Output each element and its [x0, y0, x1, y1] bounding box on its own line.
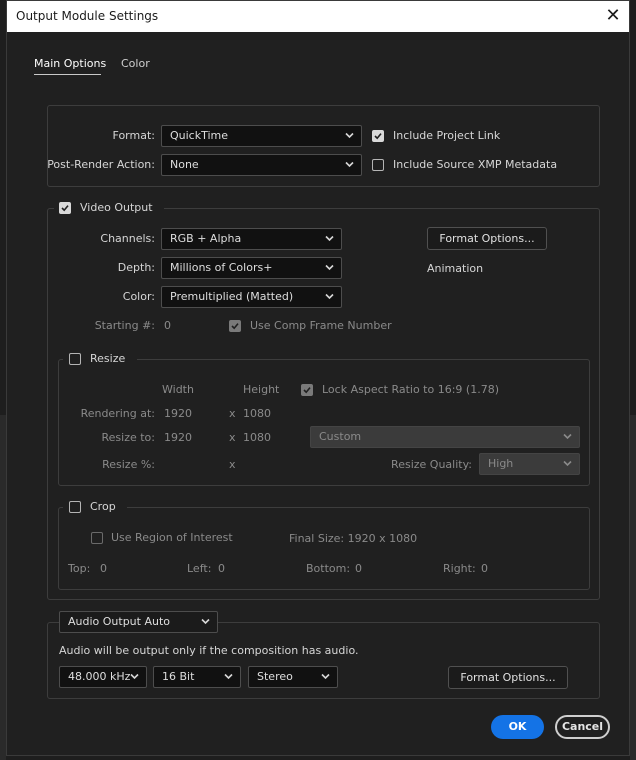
audio-sample-rate-value: 48.000 kHz	[68, 670, 131, 683]
resize-height[interactable]: 1080	[243, 431, 271, 444]
audio-output-mode-select[interactable]: Audio Output Auto	[59, 611, 218, 633]
chevron-down-icon	[345, 161, 354, 168]
active-tab-indicator	[34, 74, 101, 75]
video-output-checkbox[interactable]	[59, 202, 71, 214]
chevron-down-icon	[325, 293, 334, 300]
color-select[interactable]: Premultiplied (Matted)	[161, 286, 342, 308]
tab-main-options[interactable]: Main Options	[34, 57, 106, 70]
include-xmp-label: Include Source XMP Metadata	[393, 158, 558, 171]
resize-preset-value: Custom	[319, 430, 362, 443]
depth-label: Depth:	[117, 261, 155, 274]
close-button[interactable]: ✕	[602, 4, 624, 28]
use-roi-label: Use Region of Interest	[111, 531, 233, 544]
background-app-right	[630, 415, 636, 760]
use-roi-checkbox[interactable]	[91, 532, 103, 544]
audio-sample-rate-select[interactable]: 48.000 kHz	[59, 666, 147, 688]
video-format-options-button[interactable]: Format Options...	[427, 227, 547, 250]
chevron-down-icon	[325, 235, 334, 242]
video-output-title: Video Output	[80, 201, 153, 214]
audio-channels-select[interactable]: Stereo	[248, 666, 338, 688]
chevron-down-icon	[130, 673, 139, 680]
rendering-height: 1080	[243, 407, 271, 420]
lock-aspect-label: Lock Aspect Ratio to 16:9 (1.78)	[322, 383, 499, 396]
resize-percent-label: Resize %:	[102, 458, 155, 471]
title-bar: Output Module Settings ✕	[7, 1, 629, 32]
tab-color[interactable]: Color	[121, 57, 150, 70]
rendering-at-label: Rendering at:	[80, 407, 155, 420]
starting-number-label: Starting #:	[94, 319, 155, 332]
resize-quality-label: Resize Quality:	[391, 458, 472, 471]
format-value: QuickTime	[170, 129, 229, 142]
resize-preset-select[interactable]: Custom	[310, 426, 580, 448]
channels-label: Channels:	[100, 232, 155, 245]
include-project-link-label: Include Project Link	[393, 129, 501, 142]
include-project-link-checkbox[interactable]	[372, 130, 384, 142]
post-render-select[interactable]: None	[161, 154, 362, 176]
output-module-settings-dialog: Output Module Settings ✕ Main Options Co…	[6, 0, 630, 756]
chevron-down-icon	[563, 460, 572, 467]
format-select[interactable]: QuickTime	[161, 125, 362, 147]
cancel-button[interactable]: Cancel	[555, 715, 610, 739]
post-render-value: None	[170, 158, 199, 171]
final-size-label: Final Size: 1920 x 1080	[289, 532, 418, 545]
channels-value: RGB + Alpha	[170, 232, 242, 245]
format-label: Format:	[112, 129, 155, 142]
resize-quality-value: High	[488, 457, 514, 470]
include-xmp-checkbox[interactable]	[372, 159, 384, 171]
lock-aspect-checkbox[interactable]	[301, 384, 313, 396]
resize-width[interactable]: 1920	[164, 431, 192, 444]
resize-to-label: Resize to:	[101, 431, 156, 444]
crop-checkbox[interactable]	[69, 501, 81, 513]
dialog-title: Output Module Settings	[16, 9, 159, 23]
audio-format-options-button[interactable]: Format Options...	[448, 666, 568, 689]
chevron-down-icon	[563, 433, 572, 440]
crop-right-label: Right:	[443, 562, 476, 575]
video-codec-label: Animation	[427, 262, 484, 275]
crop-left-value[interactable]: 0	[218, 562, 225, 575]
close-icon: ✕	[605, 5, 621, 26]
crop-title: Crop	[90, 500, 116, 513]
channels-select[interactable]: RGB + Alpha	[161, 228, 342, 250]
post-render-label: Post-Render Action:	[47, 158, 155, 171]
rendering-width: 1920	[164, 407, 192, 420]
chevron-down-icon	[321, 673, 330, 680]
resize-percent-x: x	[229, 458, 236, 471]
color-value: Premultiplied (Matted)	[170, 290, 294, 303]
audio-channels-value: Stereo	[257, 670, 293, 683]
height-header: Height	[243, 383, 280, 396]
crop-top-label: Top:	[68, 562, 91, 575]
color-label: Color:	[122, 290, 155, 303]
depth-select[interactable]: Millions of Colors+	[161, 257, 342, 279]
resize-x: x	[229, 431, 236, 444]
rendering-x: x	[229, 407, 236, 420]
crop-right-value[interactable]: 0	[481, 562, 488, 575]
audio-bit-depth-value: 16 Bit	[162, 670, 195, 683]
starting-number-value: 0	[164, 319, 171, 332]
ok-button[interactable]: OK	[491, 715, 544, 739]
audio-bit-depth-select[interactable]: 16 Bit	[153, 666, 241, 688]
audio-output-mode-value: Audio Output Auto	[68, 615, 171, 628]
resize-checkbox[interactable]	[69, 353, 81, 365]
crop-left-label: Left:	[187, 562, 212, 575]
crop-bottom-label: Bottom:	[306, 562, 351, 575]
chevron-down-icon	[201, 618, 210, 625]
crop-group	[58, 507, 590, 590]
resize-quality-select[interactable]: High	[479, 453, 580, 475]
crop-top-value[interactable]: 0	[100, 562, 107, 575]
use-comp-frame-checkbox[interactable]	[229, 320, 241, 332]
resize-title: Resize	[90, 352, 126, 365]
chevron-down-icon	[345, 132, 354, 139]
use-comp-frame-label: Use Comp Frame Number	[250, 319, 392, 332]
audio-note: Audio will be output only if the composi…	[59, 644, 359, 657]
width-header: Width	[162, 383, 194, 396]
crop-bottom-value[interactable]: 0	[355, 562, 362, 575]
chevron-down-icon	[325, 264, 334, 271]
depth-value: Millions of Colors+	[170, 261, 273, 274]
chevron-down-icon	[224, 673, 233, 680]
